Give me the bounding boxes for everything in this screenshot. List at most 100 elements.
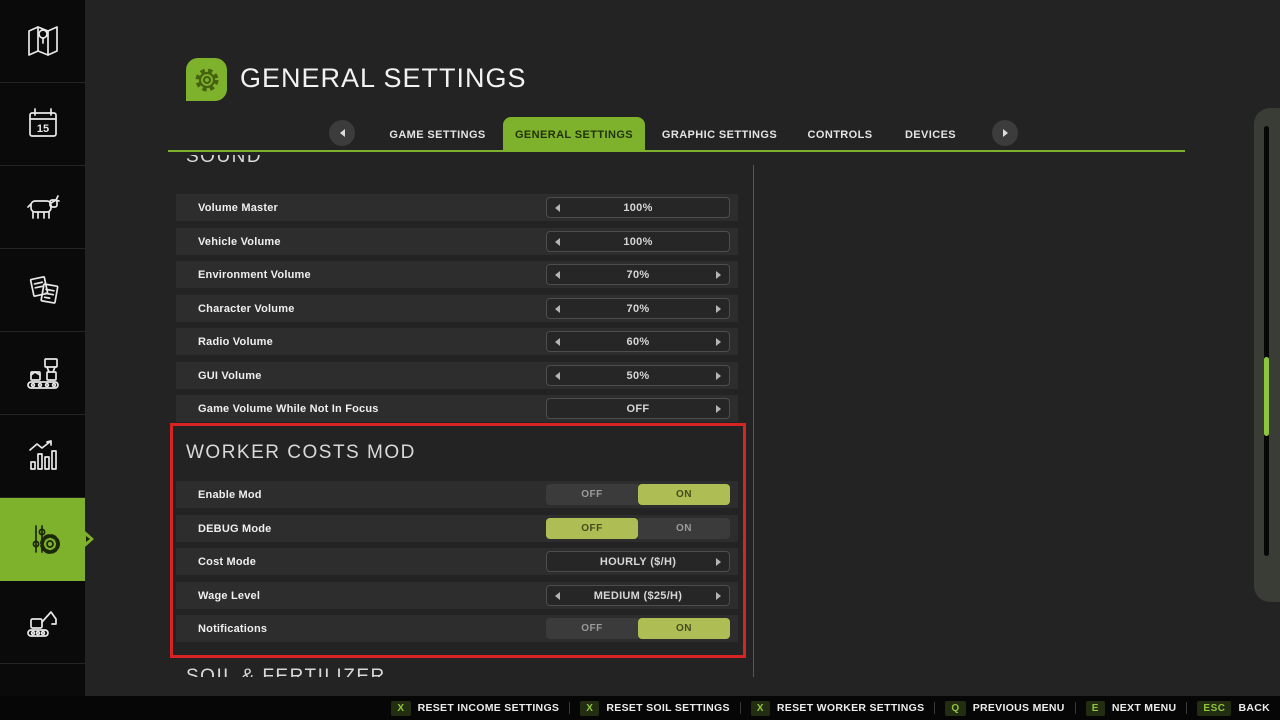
- decrease-arrow-icon[interactable]: [555, 338, 560, 346]
- setting-row-volume-master: Volume Master 100%: [176, 194, 738, 221]
- chevron-left-icon: [340, 129, 345, 137]
- hotkey-label: RESET SOIL SETTINGS: [606, 702, 729, 714]
- sidebar-item-construction[interactable]: [0, 581, 85, 664]
- setting-label: GUI Volume: [198, 370, 262, 382]
- content-scrollbar[interactable]: [753, 165, 754, 677]
- setting-label: Enable Mod: [198, 489, 262, 501]
- setting-label: Vehicle Volume: [198, 236, 281, 248]
- chevron-right-icon: [1003, 129, 1008, 137]
- tab-devices[interactable]: DEVICES: [905, 118, 956, 151]
- sidebar-item-calendar[interactable]: 15: [0, 83, 85, 166]
- setting-row-game-volume-not-in-focus: Game Volume While Not In Focus OFF: [176, 395, 738, 422]
- setting-row-radio-volume: Radio Volume 60%: [176, 328, 738, 355]
- divider: [1075, 702, 1076, 714]
- back-button[interactable]: ESC BACK: [1197, 701, 1270, 716]
- sidebar-item-production[interactable]: [0, 332, 85, 415]
- decrease-arrow-icon[interactable]: [555, 305, 560, 313]
- section-heading-worker-costs-mod: WORKER COSTS MOD: [186, 442, 416, 464]
- increase-arrow-icon[interactable]: [716, 558, 721, 566]
- setting-value: OFF: [627, 403, 650, 415]
- next-menu-button[interactable]: E NEXT MENU: [1086, 701, 1177, 716]
- divider: [934, 702, 935, 714]
- hotkey-label: PREVIOUS MENU: [973, 702, 1065, 714]
- tab-controls[interactable]: CONTROLS: [808, 118, 872, 151]
- toggle-off-button[interactable]: OFF: [546, 518, 638, 539]
- sidebar-item-statistics[interactable]: [0, 415, 85, 498]
- statistics-icon: [23, 436, 63, 476]
- setting-value: 50%: [627, 370, 650, 382]
- toggle-on-button[interactable]: ON: [638, 484, 730, 505]
- decrease-arrow-icon[interactable]: [555, 204, 560, 212]
- increase-arrow-icon[interactable]: [716, 338, 721, 346]
- setting-label: Environment Volume: [198, 269, 311, 281]
- setting-row-gui-volume: GUI Volume 50%: [176, 362, 738, 389]
- tabs-next-button[interactable]: [992, 120, 1018, 146]
- setting-row-debug-mode: DEBUG Mode OFF ON: [176, 515, 738, 542]
- gui-volume-spinner[interactable]: 50%: [546, 365, 730, 386]
- tabs-prev-button[interactable]: [329, 120, 355, 146]
- toggle-on-button[interactable]: ON: [638, 518, 730, 539]
- scroll-indicator-track[interactable]: [1264, 126, 1269, 556]
- notifications-toggle[interactable]: OFF ON: [546, 618, 730, 639]
- sidebar-item-settings[interactable]: [0, 498, 85, 581]
- excavator-icon: [23, 602, 63, 642]
- sidebar-item-contracts[interactable]: [0, 249, 85, 332]
- increase-arrow-icon[interactable]: [716, 372, 721, 380]
- environment-volume-spinner[interactable]: 70%: [546, 264, 730, 285]
- tab-general-settings[interactable]: GENERAL SETTINGS: [503, 117, 645, 152]
- volume-master-spinner[interactable]: 100%: [546, 197, 730, 218]
- toggle-off-button[interactable]: OFF: [546, 484, 638, 505]
- setting-label: DEBUG Mode: [198, 523, 272, 535]
- page-title: GENERAL SETTINGS: [240, 63, 527, 94]
- key-badge-x: X: [751, 701, 770, 716]
- setting-row-enable-mod: Enable Mod OFF ON: [176, 481, 738, 508]
- tab-graphic-settings[interactable]: GRAPHIC SETTINGS: [663, 118, 776, 151]
- key-badge-esc: ESC: [1197, 701, 1231, 716]
- tab-game-settings[interactable]: GAME SETTINGS: [390, 118, 485, 151]
- game-volume-focus-spinner[interactable]: OFF: [546, 398, 730, 419]
- previous-menu-button[interactable]: Q PREVIOUS MENU: [945, 701, 1064, 716]
- section-heading-sound: SOUND: [186, 155, 262, 168]
- sidebar-item-map[interactable]: [0, 0, 85, 83]
- cost-mode-spinner[interactable]: HOURLY ($/H): [546, 551, 730, 572]
- increase-arrow-icon[interactable]: [716, 405, 721, 413]
- hotkey-label: RESET WORKER SETTINGS: [777, 702, 924, 714]
- decrease-arrow-icon[interactable]: [555, 372, 560, 380]
- settings-scroll-area[interactable]: SOUND Volume Master 100% Vehicle Volume …: [168, 155, 754, 677]
- toggle-off-button[interactable]: OFF: [546, 618, 638, 639]
- vehicle-volume-spinner[interactable]: 100%: [546, 231, 730, 252]
- sidebar: 15: [0, 0, 85, 696]
- character-volume-spinner[interactable]: 70%: [546, 298, 730, 319]
- wage-level-spinner[interactable]: MEDIUM ($25/H): [546, 585, 730, 606]
- increase-arrow-icon[interactable]: [716, 305, 721, 313]
- setting-row-notifications: Notifications OFF ON: [176, 615, 738, 642]
- decrease-arrow-icon[interactable]: [555, 238, 560, 246]
- setting-label: Game Volume While Not In Focus: [198, 403, 379, 415]
- setting-row-cost-mode: Cost Mode HOURLY ($/H): [176, 548, 738, 575]
- setting-label: Radio Volume: [198, 336, 273, 348]
- sidebar-active-notch-arrow-icon: [86, 536, 90, 542]
- setting-label: Wage Level: [198, 590, 260, 602]
- key-badge-x: X: [580, 701, 599, 716]
- reset-soil-settings-button[interactable]: X RESET SOIL SETTINGS: [580, 701, 730, 716]
- decrease-arrow-icon[interactable]: [555, 271, 560, 279]
- setting-label: Notifications: [198, 623, 267, 635]
- divider: [569, 702, 570, 714]
- enable-mod-toggle[interactable]: OFF ON: [546, 484, 730, 505]
- hotkey-label: NEXT MENU: [1112, 702, 1177, 714]
- toggle-on-button[interactable]: ON: [638, 618, 730, 639]
- reset-income-settings-button[interactable]: X RESET INCOME SETTINGS: [391, 701, 559, 716]
- scroll-indicator-thumb[interactable]: [1264, 357, 1269, 436]
- reset-worker-settings-button[interactable]: X RESET WORKER SETTINGS: [751, 701, 925, 716]
- debug-mode-toggle[interactable]: OFF ON: [546, 518, 730, 539]
- increase-arrow-icon[interactable]: [716, 271, 721, 279]
- setting-row-wage-level: Wage Level MEDIUM ($25/H): [176, 582, 738, 609]
- calendar-day-label: 15: [36, 123, 48, 135]
- hotkey-label: BACK: [1238, 702, 1270, 714]
- radio-volume-spinner[interactable]: 60%: [546, 331, 730, 352]
- decrease-arrow-icon[interactable]: [555, 592, 560, 600]
- increase-arrow-icon[interactable]: [716, 592, 721, 600]
- contracts-icon: [23, 270, 63, 310]
- divider: [740, 702, 741, 714]
- sidebar-item-animals[interactable]: [0, 166, 85, 249]
